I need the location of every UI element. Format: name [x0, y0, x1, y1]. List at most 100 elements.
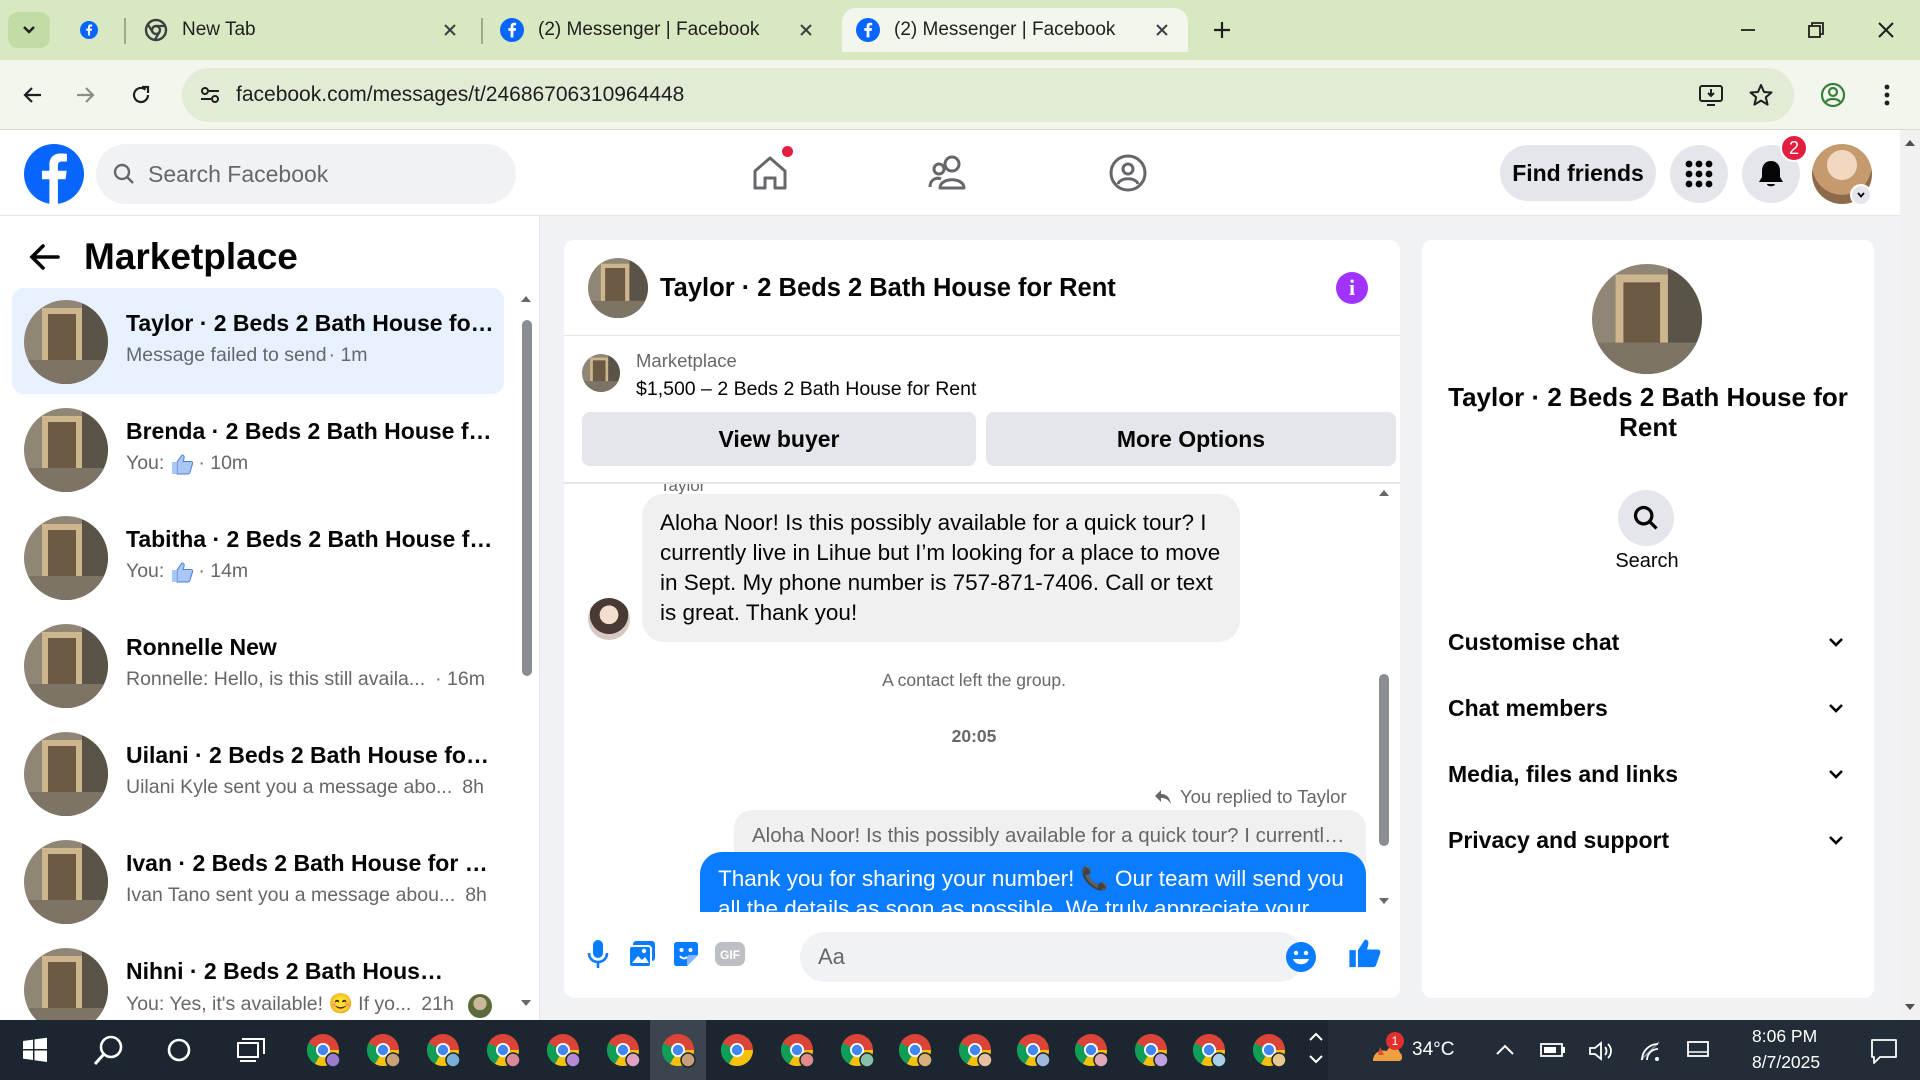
- taskbar-chrome-window[interactable]: [1004, 1020, 1062, 1080]
- arrow-left-icon[interactable]: [28, 242, 62, 272]
- battery-icon[interactable]: [1540, 1042, 1566, 1058]
- close-icon[interactable]: [1152, 20, 1172, 40]
- taskbar-chrome-window[interactable]: [768, 1020, 826, 1080]
- browser-menu-button[interactable]: [1868, 76, 1906, 114]
- taskbar-chrome-window[interactable]: [594, 1020, 652, 1080]
- sender-avatar[interactable]: [588, 598, 630, 640]
- outgoing-message[interactable]: Thank you for sharing your number! 📞 Our…: [700, 852, 1366, 912]
- scrollbar-thumb[interactable]: [1379, 674, 1389, 846]
- search-input[interactable]: [148, 154, 498, 194]
- taskbar-chrome-window[interactable]: [294, 1020, 352, 1080]
- window-close-button[interactable]: [1866, 12, 1906, 48]
- taskbar-chrome-window[interactable]: [414, 1020, 472, 1080]
- weather-widget[interactable]: [1358, 1020, 1416, 1080]
- listing-price[interactable]: $1,500 – 2 Beds 2 Bath House for Rent: [636, 378, 976, 401]
- reload-button[interactable]: [122, 76, 160, 114]
- input-keyboard-icon[interactable]: [1686, 1040, 1710, 1060]
- taskbar-chrome-window[interactable]: [828, 1020, 886, 1080]
- chat-avatar-large[interactable]: [1592, 264, 1702, 374]
- taskbar-chrome-window[interactable]: [1180, 1020, 1238, 1080]
- taskbar-overflow[interactable]: [1304, 1026, 1328, 1074]
- taskbar-chrome-window[interactable]: [1122, 1020, 1180, 1080]
- taskbar-chrome-window[interactable]: [886, 1020, 944, 1080]
- close-icon[interactable]: [440, 20, 460, 40]
- sticker-button[interactable]: [668, 936, 704, 972]
- taskbar-chrome-window-active[interactable]: [650, 1020, 706, 1080]
- nav-friends[interactable]: [920, 148, 976, 198]
- conversation-item-uilani[interactable]: Uilani · 2 Beds 2 Bath House for Rent Ui…: [12, 720, 504, 826]
- gif-button[interactable]: GIF: [712, 936, 748, 972]
- task-view-button[interactable]: [222, 1020, 280, 1080]
- sidebar-scrollbar[interactable]: [516, 288, 534, 1016]
- nav-home[interactable]: [742, 146, 798, 198]
- section-media-files-links[interactable]: Media, files and links: [1436, 744, 1860, 804]
- bookmark-star-icon[interactable]: [1748, 82, 1774, 108]
- conversation-item-brenda[interactable]: Brenda · 2 Beds 2 Bath House for Rent Yo…: [12, 396, 504, 502]
- scroll-down-icon[interactable]: [1378, 896, 1390, 906]
- conversation-item-ronnelle[interactable]: Ronnelle New Ronnelle: Hello, is this st…: [12, 612, 504, 718]
- page-scrollbar[interactable]: [1900, 130, 1920, 1020]
- conversation-item-taylor[interactable]: Taylor · 2 Beds 2 Bath House for Rent Me…: [12, 288, 504, 394]
- chat-scrollbar[interactable]: [1376, 484, 1392, 912]
- menu-button[interactable]: [1670, 145, 1728, 203]
- close-icon[interactable]: [796, 20, 816, 40]
- scrollbar-thumb[interactable]: [522, 320, 532, 676]
- tab-search-dropdown[interactable]: [8, 12, 50, 48]
- conversation-item-nihni[interactable]: Nihni · 2 Beds 2 Bath House for Rent You…: [12, 936, 504, 1020]
- wifi-icon[interactable]: [1638, 1040, 1662, 1062]
- incoming-message[interactable]: Aloha Noor! Is this possibly available f…: [642, 494, 1240, 642]
- conversation-item-tabitha[interactable]: Tabitha · 2 Beds 2 Bath House for Rent Y…: [12, 504, 504, 610]
- clock-date[interactable]: 8/7/2025: [1752, 1052, 1820, 1073]
- taskbar-chrome-window[interactable]: [1240, 1020, 1298, 1080]
- facebook-search[interactable]: [96, 144, 516, 204]
- minimize-button[interactable]: [1728, 12, 1768, 48]
- notification-center-icon[interactable]: [1870, 1038, 1898, 1064]
- back-button[interactable]: [14, 76, 52, 114]
- scroll-up-icon[interactable]: [1904, 138, 1916, 148]
- nav-groups[interactable]: [1100, 148, 1156, 198]
- section-privacy-support[interactable]: Privacy and support: [1436, 810, 1860, 870]
- taskbar-chrome-window[interactable]: [1062, 1020, 1120, 1080]
- attach-media-button[interactable]: [624, 936, 660, 972]
- tab-new-tab[interactable]: New Tab: [130, 8, 476, 52]
- more-options-button[interactable]: More Options: [986, 412, 1396, 466]
- view-buyer-button[interactable]: View buyer: [582, 412, 976, 466]
- chat-title[interactable]: Taylor · 2 Beds 2 Bath House for Rent: [660, 274, 1116, 303]
- chat-avatar[interactable]: [588, 258, 648, 318]
- taskbar-chrome-window[interactable]: [354, 1020, 412, 1080]
- new-tab-button[interactable]: [1202, 12, 1242, 48]
- conversation-item-ivan[interactable]: Ivan · 2 Beds 2 Bath House for Rent Ivan…: [12, 828, 504, 934]
- message-input[interactable]: [818, 940, 1238, 974]
- tab-pinned-facebook[interactable]: [66, 8, 126, 52]
- facebook-logo[interactable]: [24, 144, 84, 204]
- scroll-up-icon[interactable]: [1378, 488, 1390, 498]
- scroll-down-icon[interactable]: [520, 998, 532, 1008]
- find-friends-button[interactable]: Find friends: [1500, 145, 1656, 201]
- forward-button[interactable]: [66, 76, 104, 114]
- taskbar-chrome-window[interactable]: [708, 1020, 766, 1080]
- taskbar-chrome-window[interactable]: [474, 1020, 532, 1080]
- info-icon[interactable]: i: [1336, 272, 1368, 304]
- profile-button[interactable]: [1814, 76, 1852, 114]
- cortana-button[interactable]: [150, 1020, 208, 1080]
- volume-icon[interactable]: [1588, 1040, 1614, 1062]
- tab-messenger-1[interactable]: (2) Messenger | Facebook: [486, 8, 832, 52]
- voice-clip-button[interactable]: [580, 936, 616, 972]
- section-chat-members[interactable]: Chat members: [1436, 678, 1860, 738]
- site-settings-icon[interactable]: [198, 83, 222, 107]
- chevron-up-icon[interactable]: [1494, 1042, 1516, 1058]
- search-in-conversation-button[interactable]: [1618, 490, 1674, 546]
- emoji-button[interactable]: [1284, 940, 1318, 974]
- account-menu-caret[interactable]: [1850, 184, 1872, 206]
- taskbar-chrome-window[interactable]: [946, 1020, 1004, 1080]
- section-customise-chat[interactable]: Customise chat: [1436, 612, 1860, 672]
- restore-button[interactable]: [1796, 12, 1836, 48]
- install-app-icon[interactable]: [1698, 82, 1724, 108]
- tab-messenger-active[interactable]: (2) Messenger | Facebook: [842, 8, 1188, 52]
- send-like-button[interactable]: [1344, 932, 1386, 974]
- start-button[interactable]: [6, 1020, 64, 1080]
- address-bar[interactable]: facebook.com/messages/t/2468670631096444…: [182, 68, 1794, 122]
- taskbar-search-button[interactable]: [80, 1020, 138, 1080]
- scroll-up-icon[interactable]: [520, 294, 532, 304]
- taskbar-chrome-window[interactable]: [534, 1020, 592, 1080]
